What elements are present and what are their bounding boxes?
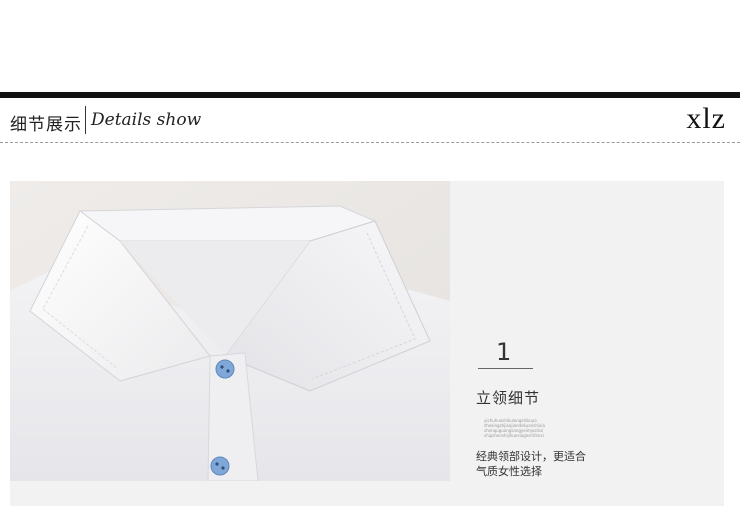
dashed-divider [0,142,740,143]
collar-photo [10,181,450,481]
section-title-en: Details show [91,110,202,130]
section-title-zh: 细节展示 [10,115,82,135]
number-underline [478,368,533,369]
detail-title: 立领细节 [476,389,541,407]
detail-description-line1: 经典领部设计，更适合 [476,450,586,463]
title-separator [85,106,86,134]
fine-print-line: shipzhenshijihuexiageshifanxi [484,433,544,438]
detail-description-line2: 气质女性选择 [476,465,542,478]
shirt-collar-illustration [10,181,450,481]
brand-logo: xlz [686,102,726,135]
fine-print: yichuhuashikulongshikuyo zhexingzhjiaoji… [484,418,554,438]
top-divider-bar [0,92,740,98]
detail-number: 1 [496,338,512,366]
